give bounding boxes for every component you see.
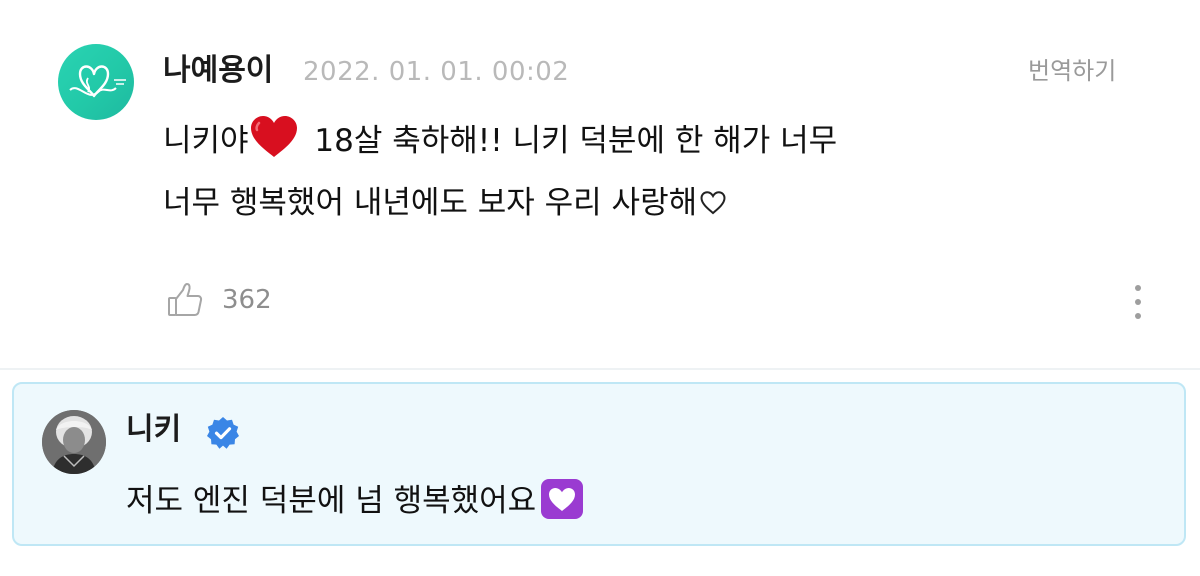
comment-text-end: 너무 행복했어 내년에도 보자 우리 사랑해 <box>163 185 698 221</box>
reply-author[interactable]: 니키 <box>126 410 181 450</box>
more-dot <box>1135 313 1141 319</box>
reply-text: 저도 엔진 덕분에 넘 행복했어요 <box>126 478 584 523</box>
fan-avatar-drawing <box>69 65 126 98</box>
reply-text-content: 저도 엔진 덕분에 넘 행복했어요 <box>126 483 537 519</box>
more-options-button[interactable] <box>1128 282 1148 322</box>
red-heart-icon <box>250 116 297 157</box>
artist-reply: 니키 저도 엔진 덕분에 넘 행복했어요 <box>12 382 1186 546</box>
comment-text: 니키야 18살 축하해!! 니키 덕분에 한 해가 너무 너무 행복했어 내년에… <box>163 110 1043 234</box>
verified-badge-icon <box>207 417 239 449</box>
comment-text-line-2: 너무 행복했어 내년에도 보자 우리 사랑해 <box>163 172 1043 234</box>
heart-outline-icon <box>700 191 726 215</box>
comment-text-line-1: 니키야 18살 축하해!! 니키 덕분에 한 해가 너무 <box>163 110 1043 172</box>
comment-timestamp: 2022. 01. 01. 00:02 <box>303 57 570 87</box>
comment-author[interactable]: 나예용이 <box>163 52 273 90</box>
more-dot <box>1135 299 1141 305</box>
comment-text-rest: 18살 축하해!! 니키 덕분에 한 해가 너무 <box>304 123 838 159</box>
translate-button[interactable]: 번역하기 <box>1028 54 1116 88</box>
fan-comment: 나예용이 2022. 01. 01. 00:02 번역하기 니키야 18살 축하… <box>0 0 1200 368</box>
like-button[interactable]: 362 <box>166 280 272 320</box>
fan-avatar[interactable] <box>58 44 134 120</box>
artist-avatar[interactable] <box>42 410 106 474</box>
comment-text-start: 니키야 <box>163 123 249 159</box>
more-dot <box>1135 285 1141 291</box>
artist-avatar-photo <box>42 410 106 474</box>
like-count: 362 <box>222 285 272 315</box>
thumbs-up-icon <box>168 283 203 316</box>
purple-heart-icon <box>541 479 584 519</box>
divider <box>0 368 1200 370</box>
